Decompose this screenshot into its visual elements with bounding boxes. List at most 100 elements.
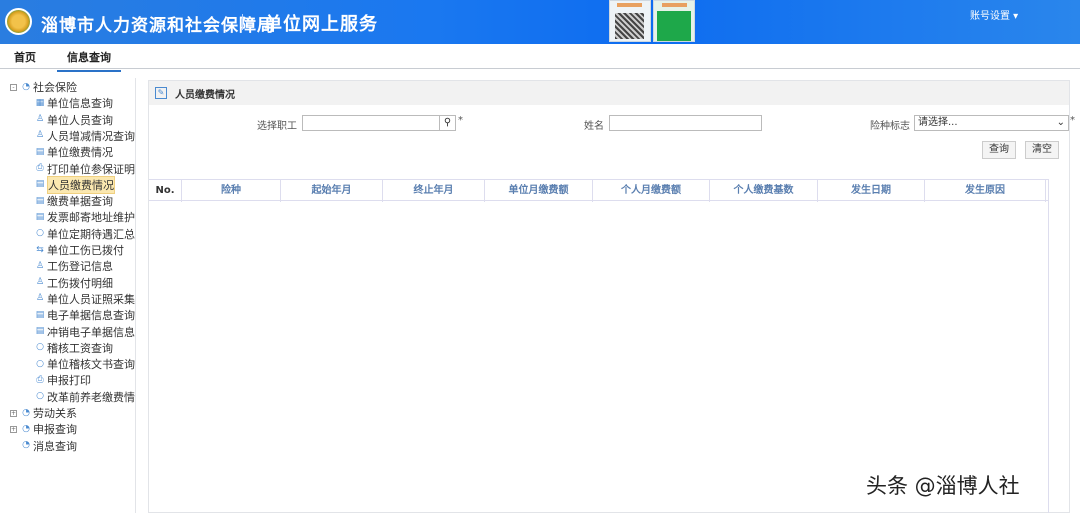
query-button[interactable]: 查询	[982, 141, 1016, 159]
name-label: 姓名	[584, 121, 604, 132]
select-employee-input[interactable]	[302, 115, 440, 131]
account-settings-menu[interactable]: 账号设置 ▾	[970, 7, 1018, 22]
user-icon: ♙	[35, 293, 45, 304]
sidebar-item-label: 工伤登记信息	[47, 260, 113, 274]
expand-toggle-icon[interactable]: -	[10, 83, 17, 91]
sidebar-item-label: 发票邮寄地址维护	[47, 211, 135, 225]
transfer-icon: ⇆	[36, 244, 44, 255]
sidebar-item[interactable]: ♙ 单位人员查询	[34, 112, 113, 128]
sidebar-item-label: 缴费单据查询	[47, 195, 113, 209]
title-divider	[242, 14, 243, 30]
top-nav: 首页 信息查询	[0, 44, 1080, 72]
column-header[interactable]: 起始年月	[281, 180, 383, 202]
sidebar-item[interactable]: ▤ 缴费单据查询	[34, 193, 113, 209]
required-mark: *	[1070, 115, 1075, 126]
sidebar-item[interactable]: +◔消息查询	[10, 438, 77, 454]
column-header[interactable]: 险种	[182, 180, 281, 202]
search-icon: ○	[36, 228, 44, 239]
expand-toggle-icon[interactable]: +	[10, 409, 17, 417]
results-table-header: No. 险种 起始年月 终止年月 单位月缴费额 个人月缴费额 个人缴费基数 发生日期 发生原因	[149, 179, 1049, 202]
sidebar-item[interactable]: + ◔ 申报查询	[10, 421, 77, 437]
form-icon: ▤	[35, 146, 45, 157]
sidebar-item[interactable]: - ◔ 社会保险	[10, 79, 77, 95]
sidebar-item[interactable]: ♙ 人员增减情况查询	[34, 128, 135, 144]
sidebar-item[interactable]: ♙ 工伤拨付明细	[34, 275, 113, 291]
sidebar-item[interactable]: ⇆ 单位工伤已拨付	[34, 242, 124, 258]
sidebar-item[interactable]: ⎙ 申报打印	[34, 372, 91, 388]
sidebar-item-label: 申报打印	[47, 374, 91, 388]
insurance-type-select[interactable]: 请选择... ⌄	[914, 115, 1069, 131]
sidebar-item-label: 人员增减情况查询	[47, 129, 135, 143]
sidebar-item[interactable]: ○ 稽核工资查询	[34, 340, 113, 356]
clear-button[interactable]: 清空	[1025, 141, 1059, 159]
panel-header: ✎ 人员缴费情况	[149, 81, 1069, 105]
sidebar-item-label: 单位信息查询	[47, 97, 113, 111]
sidebar-item[interactable]: ▦ 单位信息查询	[34, 95, 113, 111]
user-icon: ♙	[35, 260, 45, 271]
column-header[interactable]: No.	[149, 180, 182, 202]
sidebar-item-label: 社会保险	[33, 81, 77, 94]
sidebar-item-label: 打印单位参保证明	[47, 162, 135, 176]
form-icon: ▤	[35, 195, 45, 206]
qr-code-image	[609, 0, 651, 42]
sidebar-item[interactable]: ▤ 电子单据信息查询	[34, 307, 135, 323]
sidebar-item-label: 稽核工资查询	[47, 341, 113, 355]
tab-info-query[interactable]: 信息查询	[57, 49, 121, 72]
column-header[interactable]: 单位月缴费额	[485, 180, 593, 202]
sidebar-item[interactable]: ▤ 发票邮寄地址维护	[34, 209, 135, 225]
org-icon: ▦	[35, 97, 45, 108]
expand-toggle-icon[interactable]: +	[10, 425, 17, 433]
column-header[interactable]: 终止年月	[383, 180, 485, 202]
sidebar-item[interactable]: ▤ 人员缴费情况	[34, 175, 115, 194]
bureau-logo	[5, 8, 32, 35]
sidebar-item-label: 电子单据信息查询	[47, 309, 135, 323]
chevron-down-icon: ⌄	[1056, 117, 1065, 128]
folder-icon: ◔	[22, 423, 30, 434]
sidebar-item-label: 消息查询	[33, 439, 77, 453]
payment-panel: ✎ 人员缴费情况 选择职工 ⚲ * 姓名 险种标志 请选择... ⌄ * 查询 …	[148, 80, 1075, 513]
sidebar-item[interactable]: ○ 改革前养老缴费情	[34, 389, 135, 405]
column-header[interactable]: 个人缴费基数	[710, 180, 818, 202]
sidebar-tree: - ◔ 社会保险 ▦ 单位信息查询 ♙ 单位人员查询 ♙ 人员增减情况查询 ▤ 单位缴费情况 ⎙ 打印单…	[8, 78, 136, 513]
sidebar-item-label: 劳动关系	[33, 407, 77, 420]
sidebar-item[interactable]: ⎙ 打印单位参保证明	[34, 161, 135, 177]
table-scrollbar[interactable]	[1048, 179, 1069, 513]
sidebar-item[interactable]: ♙ 单位人员证照采集	[34, 291, 135, 307]
sidebar-item-label: 单位稽核文书查询	[47, 358, 135, 372]
sidebar-item[interactable]: ▤ 冲销电子单据信息i	[34, 324, 135, 340]
insurance-type-label: 险种标志	[870, 121, 910, 132]
sidebar-item-label: 单位定期待遇汇总(	[47, 227, 136, 241]
column-header[interactable]: 发生原因	[925, 180, 1046, 202]
column-header[interactable]: 发生日期	[818, 180, 925, 202]
sidebar-item-label: 单位人员证照采集	[47, 292, 135, 306]
sidebar-item[interactable]: ▤ 单位缴费情况	[34, 144, 113, 160]
tab-home[interactable]: 首页	[14, 49, 36, 65]
form-icon: ▤	[35, 326, 45, 336]
search-icon: ○	[36, 342, 44, 353]
column-header[interactable]: 个人月缴费额	[593, 180, 710, 202]
sidebar-item[interactable]: + ◔ 劳动关系	[10, 405, 77, 421]
sidebar-item[interactable]: ○ 单位稽核文书查询	[34, 356, 135, 372]
search-icon: ○	[36, 358, 44, 369]
sidebar-item[interactable]: ♙ 工伤登记信息	[34, 258, 113, 274]
service-title: 单位网上服务	[264, 14, 378, 35]
sidebar-item-label: 改革前养老缴费情	[47, 390, 135, 404]
sidebar-item[interactable]: ○ 单位定期待遇汇总(	[34, 226, 136, 242]
form-icon: ▤	[35, 179, 45, 190]
form-icon: ▤	[35, 309, 45, 320]
edit-icon: ✎	[155, 87, 167, 99]
header-bar: 淄博市人力资源和社会保障局 单位网上服务 账号设置 ▾	[0, 0, 1080, 44]
wechat-qr-image	[653, 0, 695, 42]
insurance-type-value: 请选择...	[918, 117, 958, 128]
sidebar-item-label: 人员缴费情况	[47, 175, 115, 194]
user-icon: ♙	[35, 114, 45, 125]
name-input[interactable]	[609, 115, 762, 131]
sidebar-item-label: 单位缴费情况	[47, 146, 113, 160]
select-employee-label: 选择职工	[257, 121, 297, 132]
search-icon[interactable]: ⚲	[439, 115, 456, 131]
sidebar-item-label: 工伤拨付明细	[47, 276, 113, 290]
printer-icon: ⎙	[36, 374, 44, 385]
search-icon: ○	[36, 391, 44, 402]
sidebar-item-label: 单位人员查询	[47, 113, 113, 127]
folder-icon: ◔	[22, 440, 30, 451]
